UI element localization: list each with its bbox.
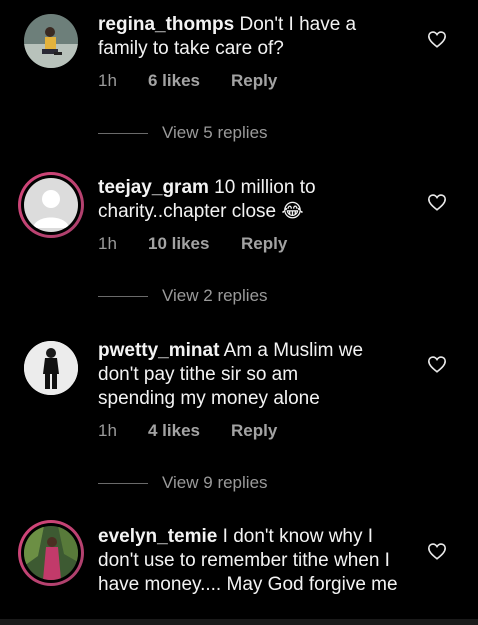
replies-divider <box>98 482 148 484</box>
comment-username[interactable]: evelyn_temie <box>98 526 217 547</box>
avatar-photo <box>24 526 78 580</box>
comment-username[interactable]: regina_thomps <box>98 14 234 35</box>
avatar-ring-gap <box>21 175 81 235</box>
comment-likes[interactable]: 4 likes <box>148 421 231 441</box>
comment-time: 1h <box>98 421 117 440</box>
heart-outline-icon[interactable] <box>427 542 447 560</box>
comment-body: regina_thomps Don't I have a family to t… <box>98 13 398 61</box>
avatar-photo-art <box>24 526 78 580</box>
avatar[interactable] <box>18 172 84 238</box>
avatar-photo <box>24 14 78 68</box>
heart-outline-icon[interactable] <box>427 355 447 373</box>
view-replies-button[interactable]: View 5 replies <box>98 123 268 143</box>
comment-time: 1h <box>98 234 117 253</box>
comment-time: 1h <box>98 71 117 90</box>
comment-body: teejay_gram 10 million to charity..chapt… <box>98 176 398 224</box>
avatar-ring-gap <box>21 523 81 583</box>
view-replies-button[interactable]: View 9 replies <box>98 473 268 493</box>
heart-outline-icon[interactable] <box>427 30 447 48</box>
view-replies-label: View 2 replies <box>162 286 268 305</box>
comment-meta: 1h 6 likes Reply <box>98 71 277 91</box>
reply-button[interactable]: Reply <box>231 71 277 91</box>
heart-outline-icon[interactable] <box>427 193 447 211</box>
comment-meta: 1h 10 likes Reply <box>98 234 287 254</box>
comment-body: evelyn_temie I don't know why I don't us… <box>98 525 398 597</box>
avatar[interactable] <box>18 520 84 586</box>
avatar[interactable] <box>24 341 78 395</box>
comment-input-bar-edge <box>0 619 478 625</box>
view-replies-label: View 5 replies <box>162 123 268 142</box>
avatar-photo <box>24 178 78 232</box>
reply-button[interactable]: Reply <box>231 421 277 441</box>
comment-likes[interactable]: 10 likes <box>148 234 241 254</box>
comment-likes[interactable]: 6 likes <box>148 71 231 91</box>
comment-body: pwetty_minat Am a Muslim we don't pay ti… <box>98 339 368 411</box>
avatar-photo <box>24 341 78 395</box>
reply-button[interactable]: Reply <box>241 234 287 254</box>
view-replies-label: View 9 replies <box>162 473 268 492</box>
comment-username[interactable]: pwetty_minat <box>98 340 219 361</box>
comment-meta: 1h 4 likes Reply <box>98 421 277 441</box>
replies-divider <box>98 295 148 297</box>
default-avatar-icon <box>24 178 78 232</box>
replies-divider <box>98 132 148 134</box>
avatar[interactable] <box>24 14 78 68</box>
comment-username[interactable]: teejay_gram <box>98 177 209 198</box>
view-replies-button[interactable]: View 2 replies <box>98 286 268 306</box>
